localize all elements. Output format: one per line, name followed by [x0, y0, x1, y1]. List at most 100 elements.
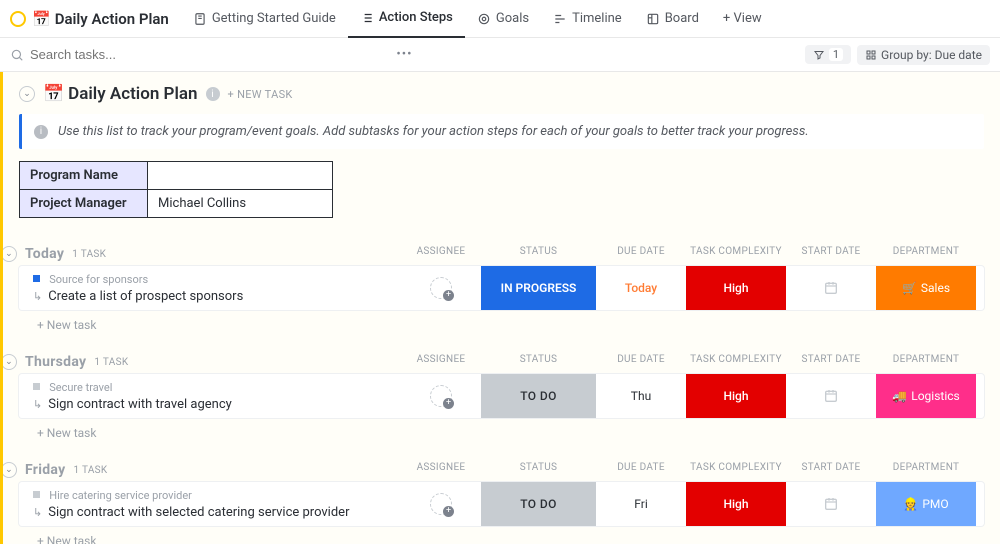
status-cell[interactable]: IN PROGRESS — [481, 266, 596, 310]
task-row-container: Source for sponsors ↳ Create a list of p… — [19, 266, 984, 310]
info-callout: i Use this list to track your program/ev… — [19, 114, 984, 149]
col-complexity: TASK COMPLEXITY — [686, 462, 786, 478]
department-cell[interactable]: 🛒Sales — [876, 266, 976, 310]
add-view-button[interactable]: + View — [711, 0, 774, 38]
task-main-cell[interactable]: Source for sponsors ↳ Create a list of p… — [19, 266, 401, 310]
col-due: DUE DATE — [596, 246, 686, 262]
tab-board[interactable]: Board — [634, 0, 711, 38]
callout-text: Use this list to track your program/even… — [58, 124, 809, 139]
parent-task-name[interactable]: Secure travel — [49, 381, 112, 394]
tab-goals[interactable]: Goals — [465, 0, 541, 38]
doc-title-text: Daily Action Plan — [55, 10, 169, 28]
calendar-icon — [823, 496, 839, 512]
complexity-badge: High — [686, 266, 786, 310]
collapse-group-button[interactable]: ⌄ — [1, 354, 17, 370]
parent-task-name[interactable]: Source for sponsors — [49, 273, 148, 286]
add-assignee-icon[interactable] — [430, 277, 452, 299]
add-task-button[interactable]: + New task — [37, 426, 984, 440]
task-name[interactable]: ↳ Sign contract with selected catering s… — [33, 505, 395, 520]
start-date-cell[interactable] — [786, 374, 876, 418]
group-title[interactable]: Today — [25, 246, 64, 262]
info-icon[interactable]: i — [206, 87, 220, 101]
search-input[interactable] — [30, 47, 210, 62]
due-date-cell[interactable]: Fri — [596, 482, 686, 526]
assignee-cell[interactable] — [401, 374, 481, 418]
task-main-cell[interactable]: Hire catering service provider ↳ Sign co… — [19, 482, 401, 526]
toolbar: ••• 1 Group by: Due date — [0, 38, 1000, 72]
task-row[interactable]: Source for sponsors ↳ Create a list of p… — [19, 266, 984, 310]
status-bullet-icon — [33, 491, 40, 498]
meta-pm-key: Project Manager — [20, 190, 148, 218]
department-badge: 🚚Logistics — [876, 374, 976, 418]
due-date-cell[interactable]: Thu — [596, 374, 686, 418]
new-task-header-button[interactable]: + NEW TASK — [228, 88, 293, 101]
col-dept: DEPARTMENT — [876, 354, 976, 370]
doc-title[interactable]: 📅 Daily Action Plan — [32, 10, 169, 28]
department-cell[interactable]: 🚚Logistics — [876, 374, 976, 418]
start-date-cell[interactable] — [786, 266, 876, 310]
task-group: ⌄ Today 1 TASK ASSIGNEE STATUS DUE DATE … — [19, 246, 984, 332]
add-task-button[interactable]: + New task — [37, 318, 984, 332]
task-row-container: Secure travel ↳ Sign contract with trave… — [19, 374, 984, 418]
due-date-cell[interactable]: Today — [596, 266, 686, 310]
task-name[interactable]: ↳ Sign contract with travel agency — [33, 397, 395, 412]
tab-label: Action Steps — [379, 10, 453, 25]
group-title[interactable]: Thursday — [25, 354, 86, 370]
col-dept: DEPARTMENT — [876, 462, 976, 478]
more-options-button[interactable]: ••• — [390, 47, 418, 62]
parent-task-name[interactable]: Hire catering service provider — [49, 489, 192, 502]
task-name-text: Create a list of prospect sponsors — [48, 289, 243, 304]
col-start: START DATE — [786, 246, 876, 262]
tab-action-steps[interactable]: Action Steps — [348, 0, 465, 38]
collapse-group-button[interactable]: ⌄ — [1, 246, 17, 262]
add-assignee-icon[interactable] — [430, 385, 452, 407]
dept-emoji-icon: 🛒 — [902, 281, 917, 295]
task-name[interactable]: ↳ Create a list of prospect sponsors — [33, 289, 395, 304]
add-view-label: + View — [723, 11, 762, 26]
meta-pm-val[interactable]: Michael Collins — [148, 190, 333, 218]
group-icon — [865, 49, 877, 61]
complexity-cell[interactable]: High — [686, 482, 786, 526]
col-due: DUE DATE — [596, 462, 686, 478]
task-main-cell[interactable]: Secure travel ↳ Sign contract with trave… — [19, 374, 401, 418]
collapse-all-button[interactable]: ⌄ — [19, 86, 35, 102]
status-cell[interactable]: TO DO — [481, 374, 596, 418]
assignee-cell[interactable] — [401, 482, 481, 526]
task-row[interactable]: Hire catering service provider ↳ Sign co… — [19, 482, 984, 526]
tab-getting-started[interactable]: Getting Started Guide — [181, 0, 348, 38]
calendar-icon: 📅 — [43, 84, 64, 104]
calendar-icon: 📅 — [32, 10, 51, 28]
task-count: 1 TASK — [72, 249, 106, 260]
status-badge: TO DO — [481, 374, 596, 418]
tab-label: Board — [665, 11, 699, 26]
task-row[interactable]: Secure travel ↳ Sign contract with trave… — [19, 374, 984, 418]
group-by-button[interactable]: Group by: Due date — [857, 45, 990, 65]
page-body: ⌄ 📅 Daily Action Plan i + NEW TASK i Use… — [0, 72, 1000, 544]
timeline-icon — [553, 12, 567, 26]
col-assignee: ASSIGNEE — [401, 246, 481, 262]
status-badge: TO DO — [481, 482, 596, 526]
tab-timeline[interactable]: Timeline — [541, 0, 634, 38]
complexity-cell[interactable]: High — [686, 374, 786, 418]
group-title[interactable]: Friday — [25, 462, 65, 478]
task-count: 1 TASK — [73, 465, 107, 476]
start-date-cell[interactable] — [786, 482, 876, 526]
status-cell[interactable]: TO DO — [481, 482, 596, 526]
search-box[interactable] — [10, 47, 390, 62]
meta-program-name-val[interactable] — [148, 162, 333, 190]
department-cell[interactable]: 👷PMO — [876, 482, 976, 526]
view-tabs: Getting Started Guide Action Steps Goals… — [181, 0, 774, 38]
complexity-cell[interactable]: High — [686, 266, 786, 310]
add-task-button[interactable]: + New task — [37, 534, 984, 544]
add-assignee-icon[interactable] — [430, 493, 452, 515]
page-header: ⌄ 📅 Daily Action Plan i + NEW TASK — [19, 80, 984, 114]
filter-button[interactable]: 1 — [805, 45, 851, 64]
meta-program-name-key: Program Name — [20, 162, 148, 190]
tab-label: Timeline — [572, 11, 622, 26]
collapse-group-button[interactable]: ⌄ — [1, 462, 17, 478]
column-headers: ⌄ Friday 1 TASK ASSIGNEE STATUS DUE DATE… — [1, 462, 984, 478]
page-title[interactable]: 📅 Daily Action Plan — [43, 84, 198, 104]
filter-icon — [813, 49, 825, 61]
assignee-cell[interactable] — [401, 266, 481, 310]
status-badge: IN PROGRESS — [481, 266, 596, 310]
